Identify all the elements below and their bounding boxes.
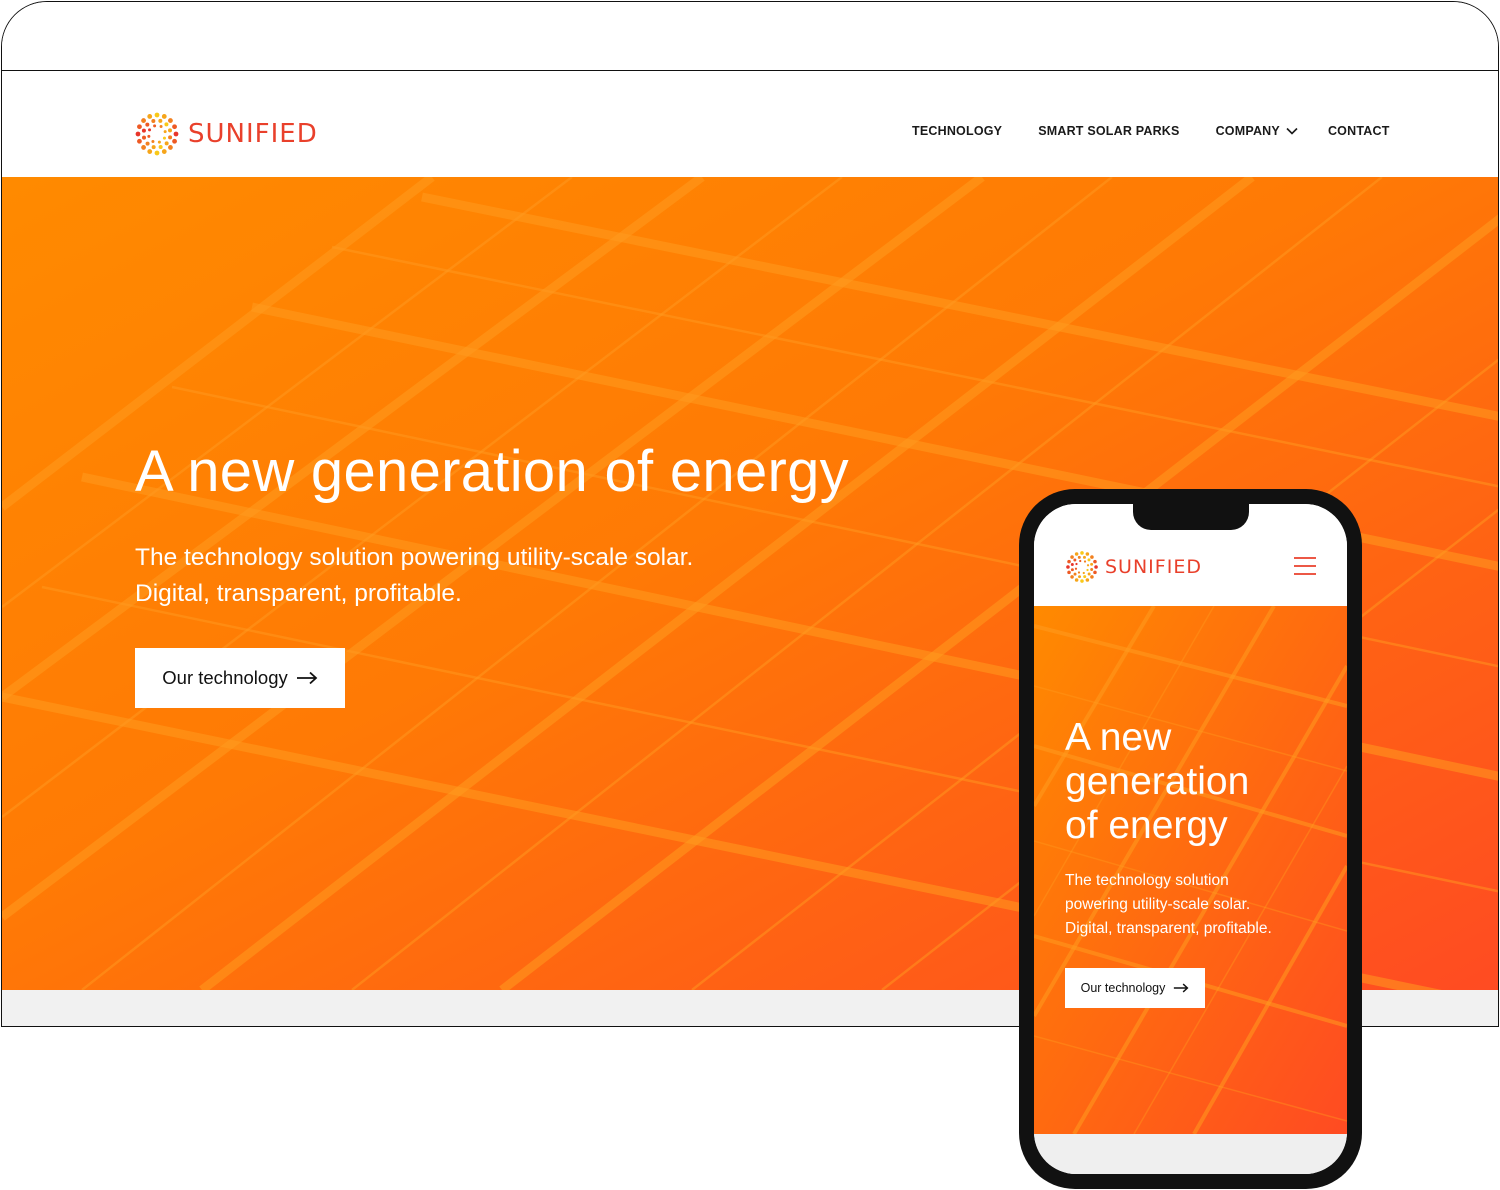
mobile-hero-subtitle-line: The technology solution: [1065, 872, 1229, 889]
nav-item-smart-solar-parks[interactable]: SMART SOLAR PARKS: [1038, 124, 1179, 138]
nav-item-technology[interactable]: TECHNOLOGY: [912, 124, 1002, 138]
mobile-hero-title: A new generation of energy: [1065, 716, 1249, 848]
nav-item-contact[interactable]: CONTACT: [1328, 124, 1390, 138]
arrow-right-icon: [1174, 983, 1189, 993]
mobile-hero-subtitle: The technology solution powering utility…: [1065, 869, 1272, 941]
browser-toolbar: [2, 2, 1498, 71]
chevron-down-icon: [1286, 127, 1298, 135]
sun-logo-icon: [1066, 551, 1098, 583]
mobile-hero-title-line: A new: [1065, 716, 1172, 759]
logo[interactable]: SUNIFIED: [134, 111, 318, 157]
mobile-hero-section: A new generation of energy The technolog…: [1034, 606, 1347, 1134]
nav-item-company[interactable]: COMPANY: [1216, 124, 1298, 138]
mobile-hero-title-line: generation: [1065, 760, 1250, 803]
mobile-phone-mockup: SUNIFIED A new generation of energy The …: [1019, 489, 1362, 1189]
arrow-right-icon: [296, 671, 318, 685]
hero-subtitle-line: The technology solution powering utility…: [135, 544, 694, 571]
sun-logo-icon: [135, 112, 179, 156]
hero-subtitle: The technology solution powering utility…: [135, 540, 693, 612]
mobile-logo-text: SUNIFIED: [1105, 556, 1202, 578]
nav-item-company-label: COMPANY: [1215, 124, 1280, 138]
hamburger-icon[interactable]: [1294, 557, 1316, 575]
mobile-our-technology-button[interactable]: Our technology: [1065, 968, 1205, 1008]
mobile-logo[interactable]: SUNIFIED: [1065, 550, 1202, 584]
mobile-hero-subtitle-line: powering utility-scale solar.: [1065, 896, 1251, 913]
mobile-cta-label: Our technology: [1080, 981, 1166, 995]
hero-subtitle-line: Digital, transparent, profitable.: [135, 580, 462, 607]
site-header: SUNIFIED TECHNOLOGY SMART SOLAR PARKS CO…: [2, 71, 1498, 177]
hero-title: A new generation of energy: [135, 439, 849, 504]
phone-screen: SUNIFIED A new generation of energy The …: [1034, 504, 1347, 1174]
mobile-hero-subtitle-line: Digital, transparent, profitable.: [1065, 920, 1272, 937]
our-technology-button[interactable]: Our technology: [135, 648, 345, 708]
cta-label: Our technology: [162, 667, 288, 688]
phone-notch: [1133, 504, 1249, 530]
main-nav: TECHNOLOGY SMART SOLAR PARKS COMPANY CON…: [912, 124, 1390, 138]
mobile-next-section-preview: [1034, 1134, 1347, 1174]
mobile-hero-title-line: of energy: [1065, 804, 1228, 847]
logo-text: SUNIFIED: [188, 119, 318, 149]
